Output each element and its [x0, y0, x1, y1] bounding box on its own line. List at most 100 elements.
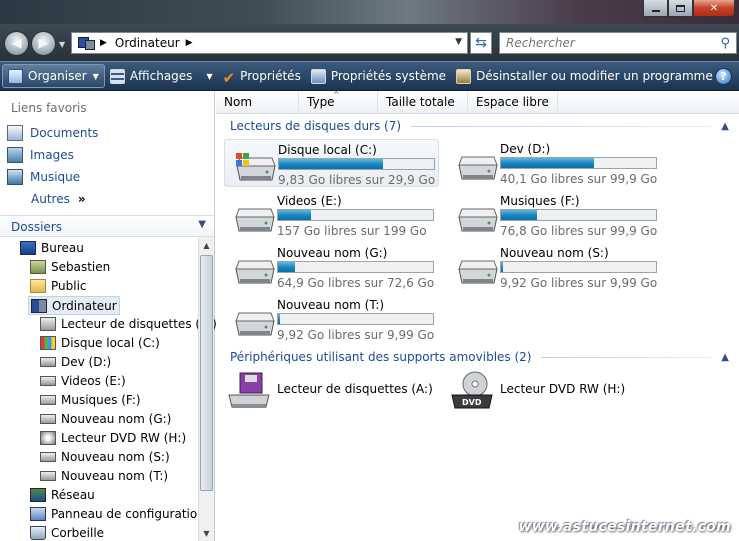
- drive-tile[interactable]: Dev (D:) 40,1 Go libres sur 99,9 Go: [447, 139, 662, 187]
- drive-free-space: 9,83 Go libres sur 29,9 Go: [278, 173, 436, 187]
- maximize-button[interactable]: [668, 0, 693, 17]
- favorite-more[interactable]: Autres »: [31, 192, 86, 206]
- chevron-up-icon[interactable]: ▲: [721, 121, 729, 132]
- search-box[interactable]: ⚲: [499, 32, 737, 54]
- command-bar: Organiser ▼ Affichages ▼ ✔ Propriétés Pr…: [0, 61, 739, 91]
- tree-item-dvd[interactable]: Lecteur DVD RW (H:): [40, 431, 186, 445]
- group-hard-drives[interactable]: Lecteurs de disques durs (7) ▲: [216, 116, 739, 136]
- search-icon[interactable]: ⚲: [720, 36, 730, 51]
- group-title: Périphériques utilisant des supports amo…: [230, 350, 532, 364]
- drive-name: Musiques (F:): [500, 194, 580, 208]
- breadcrumb-separator-icon[interactable]: ▶: [186, 38, 193, 48]
- device-floppy[interactable]: Lecteur de disquettes (A:): [224, 369, 439, 417]
- tree-label: Lecteur DVD RW (H:): [61, 431, 187, 445]
- favorite-music[interactable]: Musique: [7, 169, 80, 185]
- tree-item-desktop[interactable]: Bureau: [20, 241, 84, 255]
- search-input[interactable]: [506, 36, 706, 50]
- tree-item-public[interactable]: Public: [30, 279, 87, 293]
- title-bar: ✕: [0, 0, 739, 24]
- drive-usage-fill: [278, 262, 296, 272]
- help-button[interactable]: ?: [715, 68, 732, 85]
- hard-drive-icon: [40, 376, 56, 386]
- tree-label: Videos (E:): [61, 374, 126, 388]
- drive-tile[interactable]: Nouveau nom (G:) 64,9 Go libres sur 72,6 …: [224, 243, 439, 291]
- tree-item-drive-s[interactable]: Nouveau nom (S:): [40, 450, 170, 464]
- properties-button[interactable]: ✔ Propriétés: [218, 62, 306, 90]
- tree-item-drive-f[interactable]: Musiques (F:): [40, 393, 141, 407]
- address-field[interactable]: ▶ Ordinateur ▶ ▼: [71, 32, 468, 54]
- minimize-button[interactable]: [643, 0, 668, 17]
- views-button[interactable]: Affichages ▼: [105, 62, 218, 90]
- tree-label: Bureau: [41, 241, 84, 255]
- address-dropdown-icon[interactable]: ▼: [455, 37, 462, 47]
- tree-item-user[interactable]: Sebastien: [30, 260, 110, 274]
- control-panel-icon: [30, 507, 46, 521]
- column-free-space[interactable]: Espace libre: [468, 91, 558, 114]
- breadcrumb-separator-icon[interactable]: ▶: [100, 38, 107, 48]
- drive-tile[interactable]: Nouveau nom (S:) 9,92 Go libres sur 9,99 …: [447, 243, 662, 291]
- floppy-drive-icon: [40, 317, 56, 331]
- drive-tile[interactable]: Musiques (F:) 76,8 Go libres sur 99,9 Go: [447, 191, 662, 239]
- refresh-button[interactable]: ⇆: [470, 32, 492, 54]
- drive-usage-bar: [277, 313, 434, 325]
- drive-tile[interactable]: Disque local (C:) 9,83 Go libres sur 29,9…: [224, 139, 439, 187]
- device-dvd[interactable]: DVD Lecteur DVD RW (H:): [447, 369, 662, 417]
- chevron-down-icon: ▼: [198, 219, 206, 230]
- close-button[interactable]: ✕: [693, 0, 735, 17]
- drive-usage-bar: [278, 158, 435, 170]
- drive-tile[interactable]: Videos (E:) 157 Go libres sur 199 Go: [224, 191, 439, 239]
- recent-pages-dropdown[interactable]: ▼: [59, 40, 65, 49]
- tree-item-drive-c[interactable]: Disque local (C:): [40, 336, 160, 350]
- tree-item-floppy[interactable]: Lecteur de disquettes (A:): [40, 317, 217, 331]
- tree-item-control-panel[interactable]: Panneau de configuration: [30, 507, 205, 521]
- group-divider: [411, 125, 712, 127]
- tree-item-drive-d[interactable]: Dev (D:): [40, 355, 111, 369]
- drive-usage-fill: [501, 210, 537, 220]
- floppy-drive-icon: [228, 372, 270, 408]
- drive-free-space: 40,1 Go libres sur 99,9 Go: [500, 172, 658, 186]
- tree-label: Corbeille: [51, 526, 105, 540]
- system-properties-icon: [310, 68, 326, 84]
- scroll-up-icon[interactable]: ▲: [199, 237, 214, 253]
- tree-item-drive-t[interactable]: Nouveau nom (T:): [40, 469, 168, 483]
- dvd-drive-icon: DVD: [451, 371, 493, 409]
- breadcrumb-computer[interactable]: Ordinateur: [115, 36, 180, 50]
- scroll-down-icon[interactable]: ▼: [199, 525, 214, 541]
- user-folder-icon: [30, 260, 46, 274]
- drive-usage-fill: [501, 158, 594, 168]
- favorite-documents[interactable]: Documents: [7, 125, 98, 141]
- tree-label: Dev (D:): [61, 355, 112, 369]
- group-removable[interactable]: Périphériques utilisant des supports amo…: [216, 347, 739, 367]
- folders-scrollbar[interactable]: ▲ ▼: [198, 237, 214, 541]
- content-pane: Nom Type ^ Taille totale Espace libre Le…: [216, 90, 739, 541]
- tree-item-computer[interactable]: Ordinateur: [28, 296, 120, 315]
- tree-item-recycle-bin[interactable]: Corbeille: [30, 526, 104, 540]
- back-button[interactable]: ◀: [4, 31, 29, 56]
- drive-usage-bar: [500, 157, 657, 169]
- drive-name: Dev (D:): [500, 142, 551, 156]
- hard-drive-icon: [458, 156, 498, 180]
- tree-item-drive-e[interactable]: Videos (E:): [40, 374, 126, 388]
- hard-drive-icon: [40, 395, 56, 405]
- column-total-size[interactable]: Taille totale: [378, 91, 468, 114]
- chevron-up-icon[interactable]: ▲: [721, 352, 729, 363]
- drive-tile[interactable]: Nouveau nom (T:) 9,92 Go libres sur 9,99 …: [224, 295, 439, 343]
- drive-name: Videos (E:): [277, 194, 342, 208]
- tree-item-network[interactable]: Réseau: [30, 488, 95, 502]
- favorite-links-title: Liens favoris: [11, 101, 87, 115]
- double-chevron-icon: »: [77, 192, 86, 206]
- tree-item-drive-g[interactable]: Nouveau nom (G:): [40, 412, 171, 426]
- views-icon: [109, 68, 125, 84]
- favorite-images[interactable]: Images: [7, 147, 74, 163]
- column-type[interactable]: Type ^: [299, 90, 378, 114]
- uninstall-program-button[interactable]: Désinstaller ou modifier un programme: [451, 62, 718, 90]
- system-properties-button[interactable]: Propriétés système: [306, 62, 451, 90]
- column-type-label: Type: [307, 95, 335, 109]
- folders-header[interactable]: Dossiers ▼: [0, 215, 214, 237]
- group-divider: [541, 356, 712, 358]
- drive-free-space: 64,9 Go libres sur 72,6 Go: [277, 276, 435, 290]
- scrollbar-thumb[interactable]: [200, 255, 213, 491]
- organize-button[interactable]: Organiser ▼: [2, 64, 105, 88]
- forward-button[interactable]: ▶: [31, 31, 56, 56]
- column-name[interactable]: Nom: [216, 91, 299, 114]
